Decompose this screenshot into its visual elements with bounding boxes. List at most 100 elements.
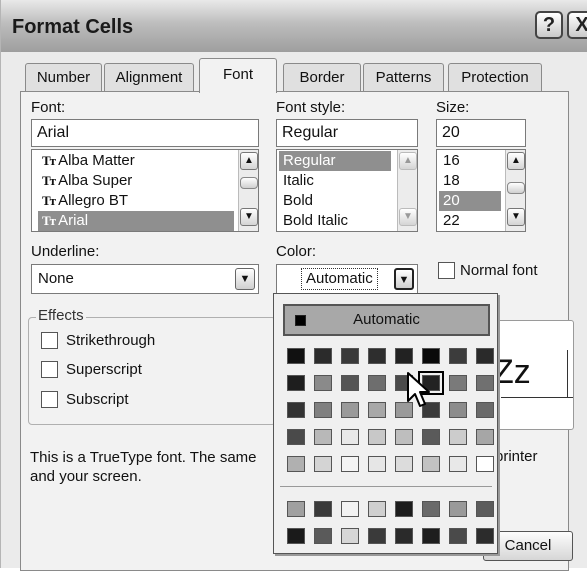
color-swatch[interactable] — [395, 348, 413, 364]
color-swatch[interactable] — [422, 501, 440, 517]
chevron-down-icon[interactable]: ▼ — [235, 268, 255, 290]
strikethrough-checkbox[interactable] — [41, 332, 58, 349]
font-style-list[interactable]: Regular Italic Bold Bold Italic ▲ ▼ — [276, 149, 418, 232]
color-swatch[interactable] — [314, 375, 332, 391]
tab-border[interactable]: Border — [283, 63, 361, 93]
color-swatch[interactable] — [287, 375, 305, 391]
color-swatch[interactable] — [287, 348, 305, 364]
color-swatch[interactable] — [449, 528, 467, 544]
help-button[interactable]: ? — [535, 11, 563, 39]
color-swatch[interactable] — [314, 456, 332, 472]
font-input[interactable]: Arial — [31, 119, 259, 147]
color-swatch[interactable] — [341, 528, 359, 544]
color-swatch[interactable] — [476, 528, 494, 544]
font-style-item[interactable]: Bold Italic — [283, 211, 348, 231]
normal-font-checkbox[interactable] — [438, 262, 455, 279]
size-list[interactable]: 16 18 20 22 ▲ ▼ — [436, 149, 526, 232]
color-swatch[interactable] — [341, 501, 359, 517]
color-swatch[interactable] — [449, 348, 467, 364]
color-swatch[interactable] — [449, 429, 467, 445]
color-swatch[interactable] — [341, 402, 359, 418]
font-style-item-selected[interactable]: Regular — [279, 151, 391, 171]
color-select[interactable]: Automatic ▼ — [276, 264, 418, 294]
color-swatch[interactable] — [368, 348, 386, 364]
color-swatch[interactable] — [368, 402, 386, 418]
subscript-checkbox[interactable] — [41, 391, 58, 408]
color-swatch[interactable] — [476, 456, 494, 472]
font-style-item[interactable]: Bold — [283, 191, 313, 211]
color-swatch[interactable] — [476, 501, 494, 517]
scroll-thumb[interactable] — [240, 177, 258, 189]
scroll-down-icon[interactable]: ▼ — [399, 208, 417, 226]
tab-protection[interactable]: Protection — [448, 63, 542, 93]
underline-select[interactable]: None ▼ — [31, 264, 259, 294]
font-info-text-line2: and your screen. — [30, 468, 142, 485]
size-list-scrollbar[interactable]: ▲ ▼ — [505, 150, 525, 231]
color-swatch[interactable] — [287, 528, 305, 544]
scroll-up-icon[interactable]: ▲ — [399, 152, 417, 170]
color-swatch[interactable] — [395, 528, 413, 544]
font-list-item-selected[interactable]: Tт Arial — [38, 211, 234, 231]
color-swatch[interactable] — [476, 429, 494, 445]
tab-alignment[interactable]: Alignment — [104, 63, 194, 93]
color-swatch[interactable] — [395, 501, 413, 517]
color-swatch[interactable] — [341, 375, 359, 391]
font-list-scrollbar[interactable]: ▲ ▼ — [238, 150, 258, 231]
scroll-up-icon[interactable]: ▲ — [507, 152, 525, 170]
color-swatch[interactable] — [422, 456, 440, 472]
tab-number[interactable]: Number — [25, 63, 102, 93]
scroll-down-icon[interactable]: ▼ — [507, 208, 525, 226]
color-swatch[interactable] — [476, 348, 494, 364]
color-swatch[interactable] — [476, 375, 494, 391]
color-swatch[interactable] — [395, 456, 413, 472]
scroll-thumb[interactable] — [507, 182, 525, 194]
color-swatch[interactable] — [449, 402, 467, 418]
color-swatch[interactable] — [368, 429, 386, 445]
font-list-item[interactable]: Tт Allegro BT — [42, 191, 128, 211]
color-swatch[interactable] — [341, 429, 359, 445]
color-swatch[interactable] — [368, 375, 386, 391]
font-style-input[interactable]: Regular — [276, 119, 418, 147]
size-item[interactable]: 22 — [443, 211, 460, 231]
color-swatch[interactable] — [449, 456, 467, 472]
color-swatch[interactable] — [368, 456, 386, 472]
close-button[interactable]: X — [567, 11, 587, 39]
color-swatch[interactable] — [287, 501, 305, 517]
color-swatch[interactable] — [422, 429, 440, 445]
color-swatch[interactable] — [287, 402, 305, 418]
size-input[interactable]: 20 — [436, 119, 526, 147]
color-swatch[interactable] — [449, 501, 467, 517]
color-swatch[interactable] — [449, 375, 467, 391]
automatic-color-button[interactable]: Automatic — [283, 304, 490, 336]
title-bar[interactable]: Format Cells ? X — [1, 0, 587, 52]
tab-patterns[interactable]: Patterns — [363, 63, 444, 93]
color-swatch[interactable] — [341, 456, 359, 472]
color-swatch[interactable] — [314, 402, 332, 418]
size-item[interactable]: 18 — [443, 171, 460, 191]
color-swatch[interactable] — [368, 501, 386, 517]
color-swatch[interactable] — [314, 348, 332, 364]
color-swatch[interactable] — [314, 528, 332, 544]
scroll-down-icon[interactable]: ▼ — [240, 208, 258, 226]
size-item[interactable]: 16 — [443, 151, 460, 171]
color-swatch[interactable] — [287, 429, 305, 445]
size-item-selected[interactable]: 20 — [439, 191, 501, 211]
color-swatch[interactable] — [395, 429, 413, 445]
font-list-item[interactable]: Tт Alba Super — [42, 171, 132, 191]
scroll-up-icon[interactable]: ▲ — [240, 152, 258, 170]
superscript-checkbox[interactable] — [41, 361, 58, 378]
font-list[interactable]: Tт Alba Matter Tт Alba Super Tт Allegro BT … — [31, 149, 259, 232]
color-swatch[interactable] — [422, 528, 440, 544]
color-swatch[interactable] — [422, 348, 440, 364]
color-swatch[interactable] — [476, 402, 494, 418]
font-style-scrollbar[interactable]: ▲ ▼ — [397, 150, 417, 231]
tab-font[interactable]: Font — [199, 58, 277, 93]
color-swatch[interactable] — [314, 429, 332, 445]
color-swatch[interactable] — [341, 348, 359, 364]
chevron-down-icon[interactable]: ▼ — [394, 268, 414, 290]
color-swatch[interactable] — [368, 528, 386, 544]
font-style-item[interactable]: Italic — [283, 171, 314, 191]
color-swatch[interactable] — [314, 501, 332, 517]
font-list-item[interactable]: Tт Alba Matter — [42, 151, 135, 171]
color-swatch[interactable] — [287, 456, 305, 472]
